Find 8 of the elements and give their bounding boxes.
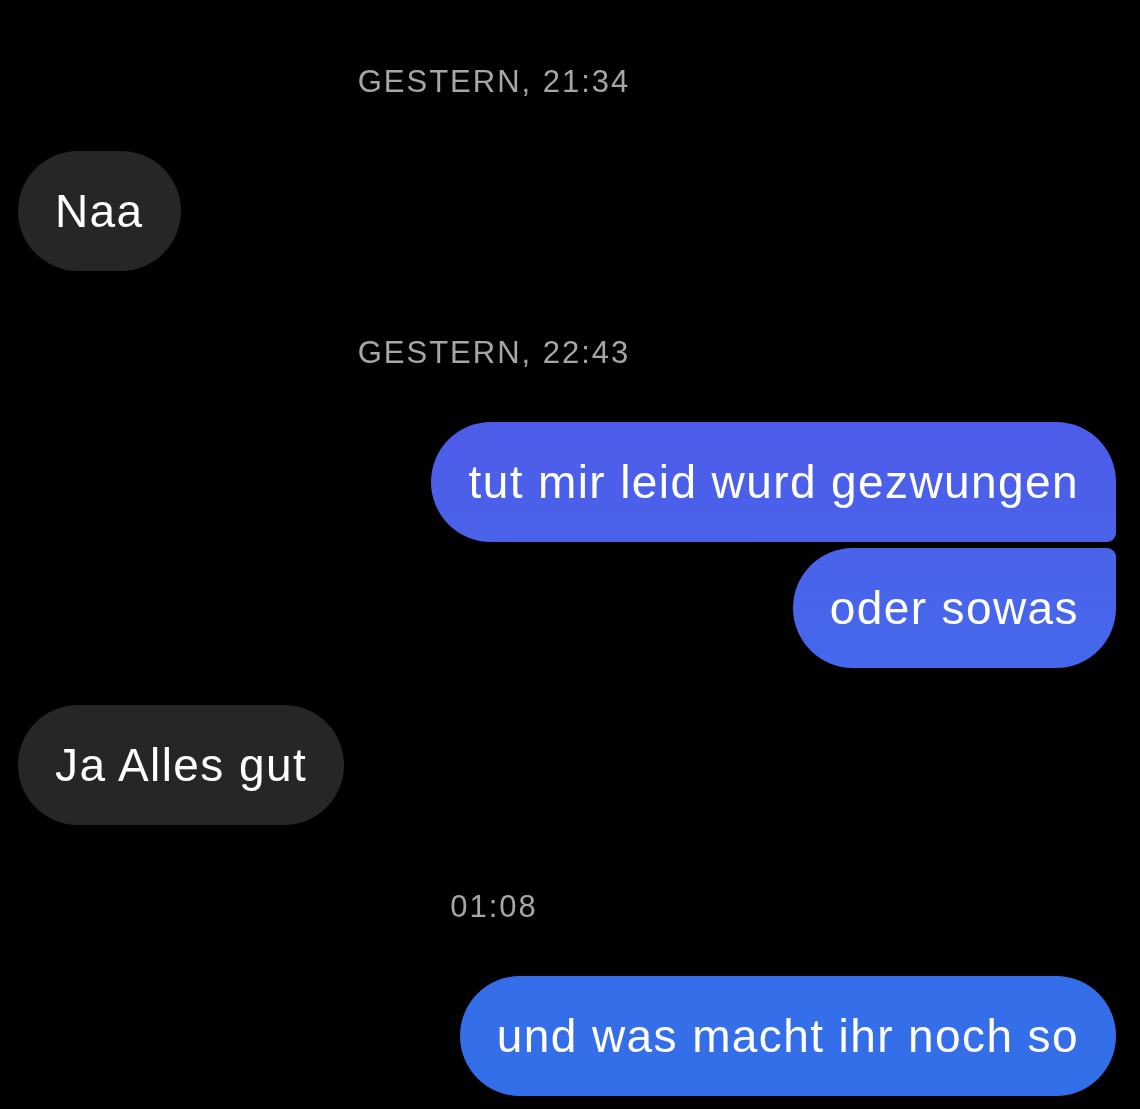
timestamp: 01:08 <box>450 888 538 926</box>
sent-message: tut mir leid wurd gezwungen <box>431 422 1116 542</box>
sent-message: und was macht ihr noch so <box>459 976 1116 1096</box>
timestamp: GESTERN, 21:34 <box>357 63 631 101</box>
timestamp: GESTERN, 22:43 <box>357 334 631 372</box>
sent-message: oder sowas <box>792 548 1116 668</box>
received-message: Naa <box>18 151 181 271</box>
received-message: Ja Alles gut <box>18 705 345 825</box>
